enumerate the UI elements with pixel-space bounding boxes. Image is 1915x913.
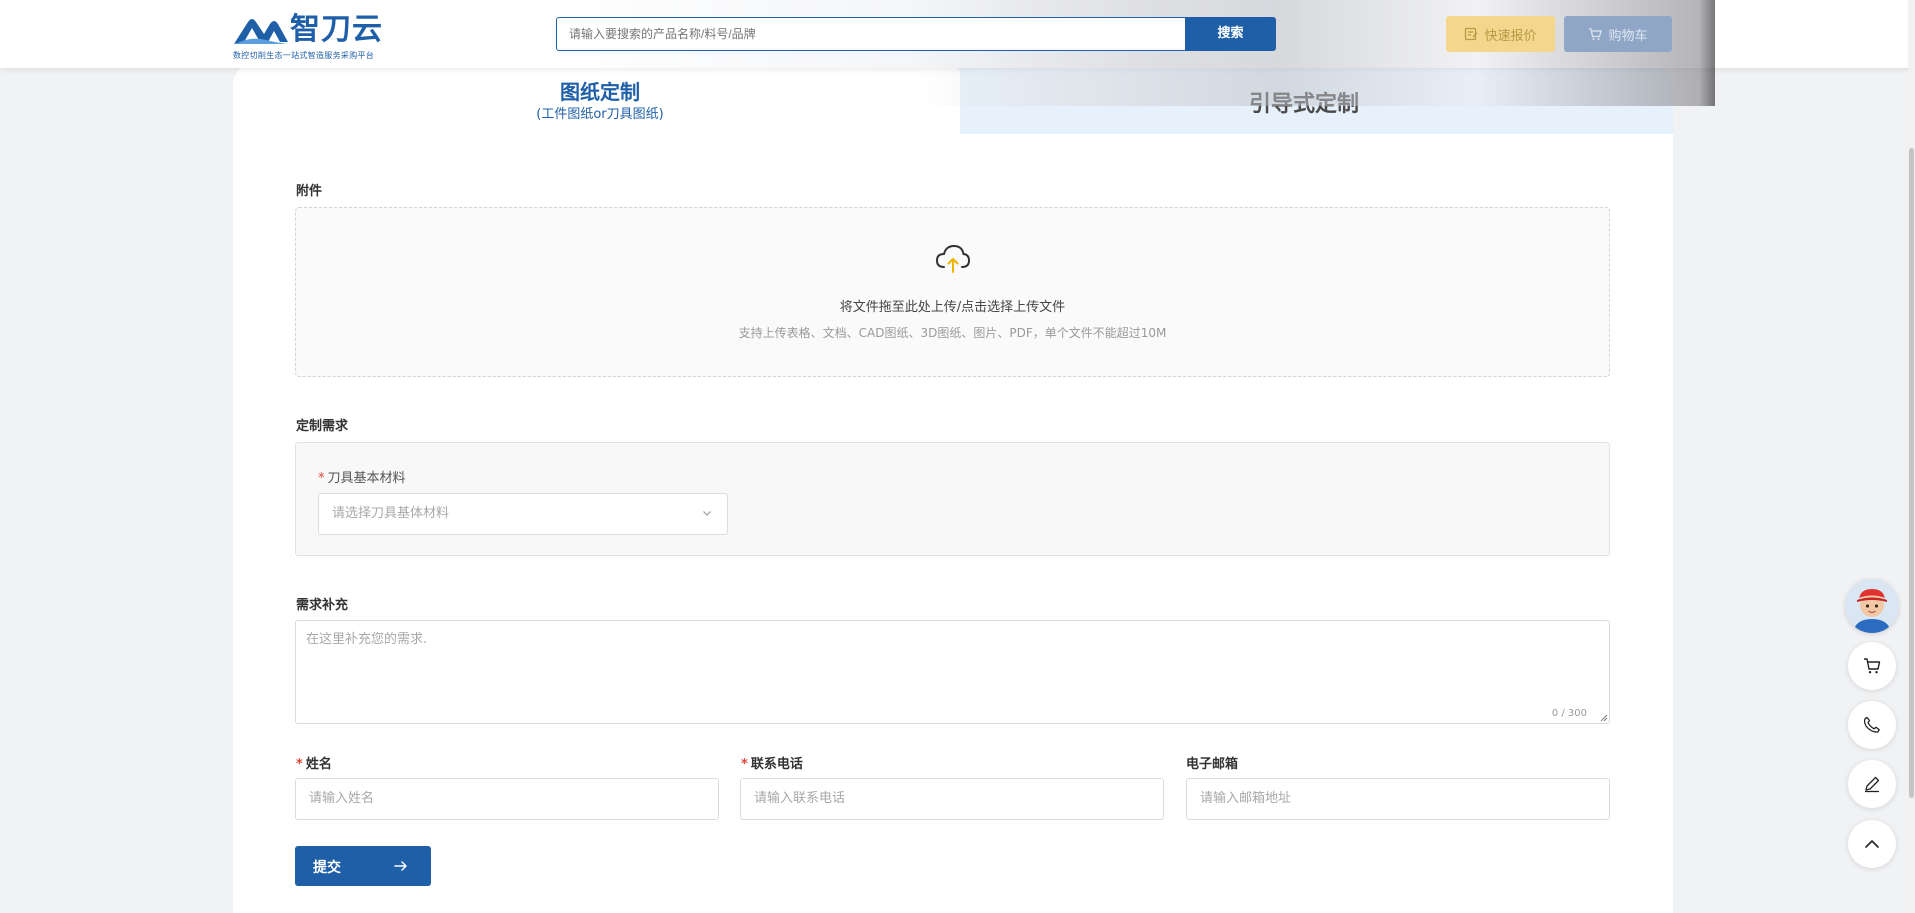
name-placeholder: 请输入姓名 (309, 791, 375, 806)
search-button[interactable]: 搜索 (1185, 17, 1276, 51)
resize-grip-icon[interactable] (1598, 712, 1608, 722)
logo-icon (234, 19, 288, 44)
required-mark: * (318, 471, 325, 486)
requirement-label: 定制需求 (296, 419, 349, 434)
arrow-up-icon (1865, 840, 1879, 848)
float-edit-button[interactable] (1848, 760, 1896, 808)
material-select[interactable]: 请选择刀具基体材料 (318, 493, 728, 535)
material-label-text: 刀具基本材料 (327, 471, 406, 486)
email-placeholder: 请输入邮箱地址 (1200, 791, 1292, 806)
avatar-icon (1845, 579, 1899, 633)
tab-drawing-sub: (工件图纸or刀具图纸) (536, 107, 664, 122)
phone-input[interactable]: 请输入联系电话 (740, 778, 1164, 820)
material-field-label: * 刀具基本材料 (318, 467, 406, 486)
scrollbar-thumb[interactable] (1909, 148, 1914, 798)
supplement-textarea[interactable]: 在这里补充您的需求. 0 / 300 (295, 620, 1610, 724)
material-select-placeholder: 请选择刀具基体材料 (332, 506, 450, 521)
char-counter: 0 / 300 (1551, 708, 1587, 719)
phone-label: * 联系电话 (741, 753, 803, 772)
required-mark: * (741, 757, 748, 772)
quick-quote-label: 快速报价 (1484, 28, 1537, 44)
submit-label: 提交 (313, 860, 341, 876)
phone-label-text: 联系电话 (750, 757, 803, 772)
phone-icon (1863, 716, 1880, 733)
search-input[interactable] (556, 17, 1186, 51)
supplement-label: 需求补充 (296, 598, 349, 613)
required-mark: * (296, 757, 303, 772)
cart-button[interactable]: 购物车 (1564, 16, 1672, 52)
chevron-down-icon (703, 511, 711, 516)
attachment-label: 附件 (296, 184, 323, 199)
cart-icon (1864, 658, 1881, 674)
tab-drawing-label[interactable]: 图纸定制 (500, 76, 700, 105)
submit-button[interactable]: 提交 (295, 846, 431, 886)
quote-icon (1465, 27, 1478, 41)
cloud-upload-icon (935, 244, 971, 273)
site-logo[interactable]: 智刀云 数控切削生态一站式智造服务采购平台 (232, 12, 392, 62)
back-to-top-button[interactable] (1848, 820, 1896, 868)
quick-quote-button[interactable]: 快速报价 (1446, 16, 1555, 52)
upload-hint: 支持上传表格、文档、CAD图纸、3D图纸、图片、PDF，单个文件不能超过10M (738, 326, 1167, 340)
name-label-text: 姓名 (305, 757, 332, 772)
logo-text: 智刀云 (290, 12, 383, 47)
file-upload-dropzone[interactable]: 将文件拖至此处上传/点击选择上传文件 支持上传表格、文档、CAD图纸、3D图纸、… (295, 207, 1610, 377)
float-phone-button[interactable] (1848, 701, 1896, 749)
supplement-placeholder: 在这里补充您的需求. (306, 632, 428, 647)
logo-tagline: 数控切削生态一站式智造服务采购平台 (233, 51, 375, 60)
email-input[interactable]: 请输入邮箱地址 (1186, 778, 1610, 820)
name-label: * 姓名 (296, 753, 332, 772)
phone-placeholder: 请输入联系电话 (754, 791, 846, 806)
float-cart-button[interactable] (1848, 642, 1896, 690)
cart-label: 购物车 (1608, 28, 1648, 44)
customer-service-avatar[interactable] (1845, 579, 1899, 633)
arrow-right-icon (394, 861, 407, 871)
cart-icon (1589, 28, 1603, 40)
requirement-panel: * 刀具基本材料 请选择刀具基体材料 (295, 442, 1610, 556)
email-label: 电子邮箱 (1186, 757, 1239, 772)
edit-icon (1865, 776, 1880, 793)
name-input[interactable]: 请输入姓名 (295, 778, 719, 820)
upload-instruction: 将文件拖至此处上传/点击选择上传文件 (839, 300, 1066, 315)
